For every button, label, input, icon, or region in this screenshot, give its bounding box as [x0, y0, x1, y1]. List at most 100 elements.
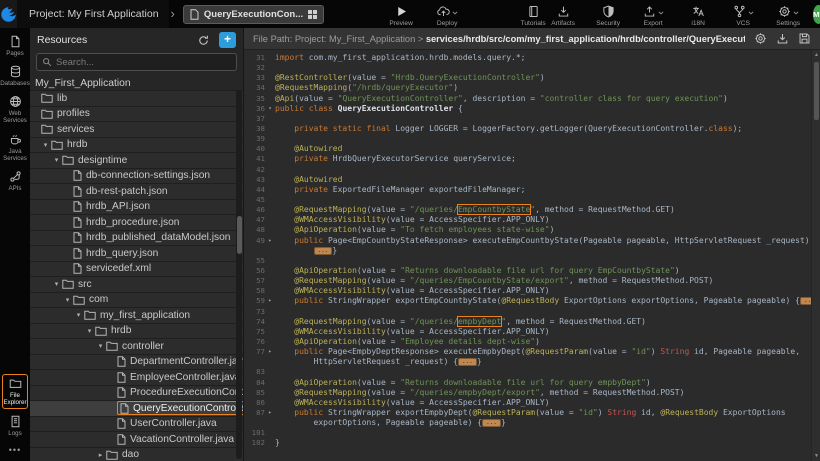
tree-item-profiles[interactable]: profiles [30, 107, 243, 123]
tree-item-hrdb-api-json[interactable]: hrdb_API.json [30, 200, 243, 216]
fold-marker-icon[interactable]: ▾ [265, 104, 275, 114]
code-token [275, 276, 294, 285]
tree-item-departmentcontroller-java[interactable]: DepartmentController.java [30, 355, 243, 371]
tree-item-db-rest-patch-json[interactable]: db-rest-patch.json [30, 184, 243, 200]
tree-selected-highlight: QueryExecutionController.java [117, 401, 243, 415]
tree-item-lib[interactable]: lib [30, 91, 243, 107]
folded-code-placeholder[interactable]: ... [482, 419, 501, 427]
line-number [244, 418, 265, 428]
tree-item-procedureexecutioncontroller-java[interactable]: ProcedureExecutionController.java [30, 386, 243, 402]
topbar-action-artifacts[interactable]: Artifacts [548, 2, 578, 27]
code-token: @RequestMapping [294, 317, 366, 326]
fold-marker-icon[interactable]: ▸ [265, 236, 275, 246]
folded-code-placeholder[interactable]: ... [314, 247, 333, 255]
save-file-button[interactable] [798, 32, 811, 45]
code-token: ) [675, 266, 680, 275]
rail-item-logs[interactable]: Logs [0, 415, 30, 437]
code-token: @RequestMapping [294, 205, 366, 214]
code-token: (value = AccessSpecifier.APP_ONLY) [386, 398, 550, 407]
fold-marker-icon[interactable]: ▸ [265, 408, 275, 418]
topbar-action-deploy[interactable]: Deploy [432, 2, 462, 27]
editor-scrollbar[interactable]: ▲ ▼ [811, 50, 820, 461]
tree-item-dao[interactable]: ▸dao [30, 448, 243, 461]
tree-item-db-connection-settings-json[interactable]: db-connection-settings.json [30, 169, 243, 185]
code-token [275, 175, 294, 184]
code-token: ) [550, 225, 555, 234]
scroll-up-icon[interactable]: ▲ [812, 52, 820, 58]
tree-item-designtime[interactable]: ▾designtime [30, 153, 243, 169]
scroll-down-icon[interactable]: ▼ [812, 453, 820, 459]
download-file-button[interactable] [776, 32, 789, 45]
tree-item-hrdb[interactable]: ▾hrdb [30, 138, 243, 154]
topbar-action-i18n[interactable]: i18N [683, 2, 713, 27]
code-token: (value = [357, 225, 400, 234]
tree-root[interactable]: My_First_Application [30, 76, 243, 91]
tree-item-queryexecutioncontroller-java[interactable]: QueryExecutionController.java [30, 401, 243, 417]
tree-scrollbar-thumb[interactable] [237, 216, 242, 254]
file-tab[interactable]: QueryExecutionCon... [183, 5, 324, 24]
code-token: (value = AccessSpecifier.APP_ONLY) [386, 215, 550, 224]
tree-expander-icon[interactable]: ▾ [51, 280, 62, 288]
editor-scrollbar-thumb[interactable] [814, 62, 819, 120]
rail-item-databases[interactable]: Databases [0, 65, 30, 87]
rail-item-web-services[interactable]: Web Services [0, 95, 30, 124]
tree-item-hrdb-published-datamodel-json[interactable]: hrdb_published_dataModel.json [30, 231, 243, 247]
code-line: 74 @RequestMapping(value = "/queries/emp… [244, 317, 811, 327]
code-line: 85 @RequestMapping(value = "/queries/emp… [244, 388, 811, 398]
topbar-action-settings[interactable]: Settings [773, 2, 803, 27]
app-logo[interactable] [0, 0, 17, 28]
tree-item-hrdb-query-json[interactable]: hrdb_query.json [30, 246, 243, 262]
tree-item-com[interactable]: ▾com [30, 293, 243, 309]
add-resource-button[interactable]: + [219, 32, 236, 48]
rail-item-java-services[interactable]: Java Services [0, 133, 30, 162]
grid-icon[interactable] [308, 10, 317, 19]
code-text: @WMAccessVisibility(value = AccessSpecif… [275, 327, 550, 337]
editor-settings-button[interactable] [754, 32, 767, 45]
tree-expander-icon[interactable]: ▾ [84, 327, 95, 335]
tree-item-label: hrdb_API.json [86, 201, 150, 212]
tree-item-employeecontroller-java[interactable]: EmployeeController.java [30, 370, 243, 386]
folded-code-placeholder[interactable]: ... [800, 297, 811, 305]
refresh-icon[interactable] [197, 34, 210, 47]
tree-expander-icon[interactable]: ▾ [62, 296, 73, 304]
code-area[interactable]: 31import com.my_first_application.hrdb.m… [244, 50, 820, 461]
tree-item-my-first-application[interactable]: ▾my_first_application [30, 308, 243, 324]
avatar[interactable]: MP [813, 5, 820, 24]
topbar-action-tutorials[interactable]: Tutorials [518, 2, 548, 27]
tree-scrollbar[interactable] [236, 90, 242, 459]
tree-item-usercontroller-java[interactable]: UserController.java [30, 417, 243, 433]
gutter-space [265, 398, 275, 408]
fold-marker-icon[interactable]: ▸ [265, 347, 275, 357]
code-line: 34@RequestMapping("/hrdb/queryExecutor") [244, 83, 811, 93]
topbar-action-security[interactable]: Security [593, 2, 623, 27]
topbar-action-preview[interactable]: Preview [386, 2, 416, 27]
tree-item-vacationcontroller-java[interactable]: VacationController.java [30, 432, 243, 448]
tree-item-controller[interactable]: ▾controller [30, 339, 243, 355]
tree-item-src[interactable]: ▾src [30, 277, 243, 293]
tree-item-hrdb[interactable]: ▾hrdb [30, 324, 243, 340]
topbar-action-export[interactable]: Export [638, 2, 668, 27]
tree-expander-icon[interactable]: ▾ [40, 141, 51, 149]
fold-marker-icon[interactable]: ▸ [265, 296, 275, 306]
folded-code-placeholder[interactable]: ... [458, 358, 477, 366]
line-number: 86 [244, 398, 265, 408]
code-editor[interactable]: 31import com.my_first_application.hrdb.m… [244, 50, 811, 461]
project-label[interactable]: Project: My First Application [29, 8, 159, 20]
topbar-action-vcs[interactable]: VCS [728, 2, 758, 27]
tree-expander-icon[interactable]: ▾ [95, 342, 106, 350]
rail-item-apis[interactable]: APIs [0, 170, 30, 192]
rail-overflow-menu[interactable]: ••• [9, 445, 21, 455]
code-text: @ApiOperation(value = "Returns downloada… [275, 378, 651, 388]
tree-item-services[interactable]: services [30, 122, 243, 138]
tree-item-servicedef-xml[interactable]: servicedef.xml [30, 262, 243, 278]
code-line: 31import com.my_first_application.hrdb.m… [244, 53, 811, 63]
tree-expander-icon[interactable]: ▾ [51, 156, 62, 164]
line-number: 102 [244, 438, 265, 448]
file-icon [73, 248, 82, 259]
tree-expander-icon[interactable]: ▾ [73, 311, 84, 319]
tree-expander-icon[interactable]: ▸ [95, 451, 106, 459]
search-input[interactable] [56, 57, 231, 68]
rail-item-file-explorer[interactable]: File Explorer [2, 374, 28, 409]
tree-item-hrdb-procedure-json[interactable]: hrdb_procedure.json [30, 215, 243, 231]
rail-item-pages[interactable]: Pages [0, 35, 30, 57]
